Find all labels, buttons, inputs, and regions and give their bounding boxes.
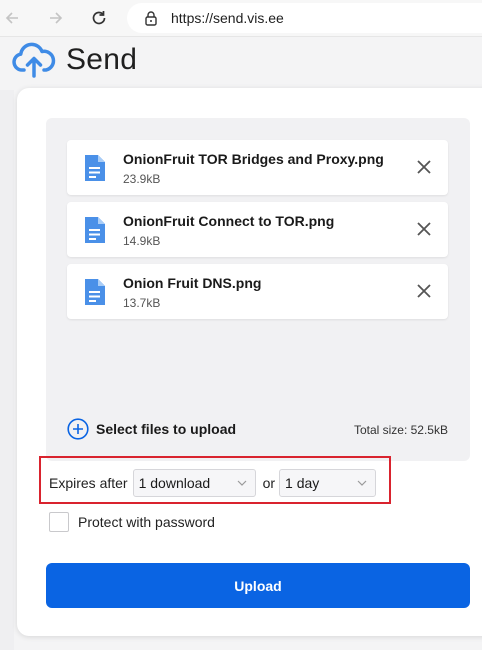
close-icon: [417, 222, 431, 236]
send-brand[interactable]: Send: [12, 42, 137, 78]
file-name: OnionFruit Connect to TOR.png: [123, 213, 335, 229]
close-icon: [417, 284, 431, 298]
file-size: 23.9kB: [123, 172, 161, 186]
expiry-row: Expires after 1 download or 1 day: [49, 469, 377, 497]
reload-button[interactable]: [87, 6, 111, 30]
document-icon: [85, 155, 105, 181]
chevron-down-icon: [237, 480, 247, 486]
upload-button[interactable]: Upload: [46, 563, 470, 608]
expiry-time-value: 1 day: [285, 475, 320, 491]
password-checkbox[interactable]: [49, 512, 69, 532]
document-icon: [85, 279, 105, 305]
browser-toolbar: https://send.vis.ee: [0, 0, 482, 37]
total-size: Total size: 52.5kB: [353, 423, 448, 437]
reload-icon: [92, 11, 106, 25]
lock-icon: [143, 10, 159, 26]
remove-file-button[interactable]: [414, 281, 434, 301]
password-option: Protect with password: [49, 512, 215, 532]
back-button[interactable]: [0, 6, 24, 30]
chevron-down-icon: [357, 480, 367, 486]
address-bar[interactable]: https://send.vis.ee: [127, 3, 482, 33]
url-text: https://send.vis.ee: [171, 10, 284, 26]
or-label: or: [262, 475, 276, 491]
file-name: OnionFruit TOR Bridges and Proxy.png: [123, 151, 384, 167]
plus-circle-icon: [67, 418, 89, 440]
remove-file-button[interactable]: [414, 219, 434, 239]
close-icon: [417, 160, 431, 174]
file-item: OnionFruit TOR Bridges and Proxy.png 23.…: [67, 140, 448, 195]
remove-file-button[interactable]: [414, 157, 434, 177]
download-count-select[interactable]: 1 download: [132, 469, 256, 497]
download-count-value: 1 download: [138, 475, 211, 491]
select-files-button[interactable]: Select files to upload: [67, 418, 236, 440]
file-size: 13.7kB: [123, 296, 161, 310]
cloud-upload-icon: [12, 42, 56, 78]
file-name: Onion Fruit DNS.png: [123, 275, 262, 291]
file-item: Onion Fruit DNS.png 13.7kB: [67, 264, 448, 319]
select-files-label: Select files to upload: [96, 421, 237, 437]
file-item: OnionFruit Connect to TOR.png 14.9kB: [67, 202, 448, 257]
file-size: 14.9kB: [123, 234, 161, 248]
arrow-left-icon: [5, 12, 18, 24]
forward-button[interactable]: [44, 6, 68, 30]
expiry-time-select[interactable]: 1 day: [279, 469, 377, 497]
arrow-right-icon: [50, 12, 63, 24]
password-label: Protect with password: [78, 514, 215, 530]
background-decoration: [0, 90, 14, 650]
expires-after-label: Expires after: [49, 475, 128, 491]
app-name: Send: [66, 43, 138, 76]
document-icon: [85, 217, 105, 243]
